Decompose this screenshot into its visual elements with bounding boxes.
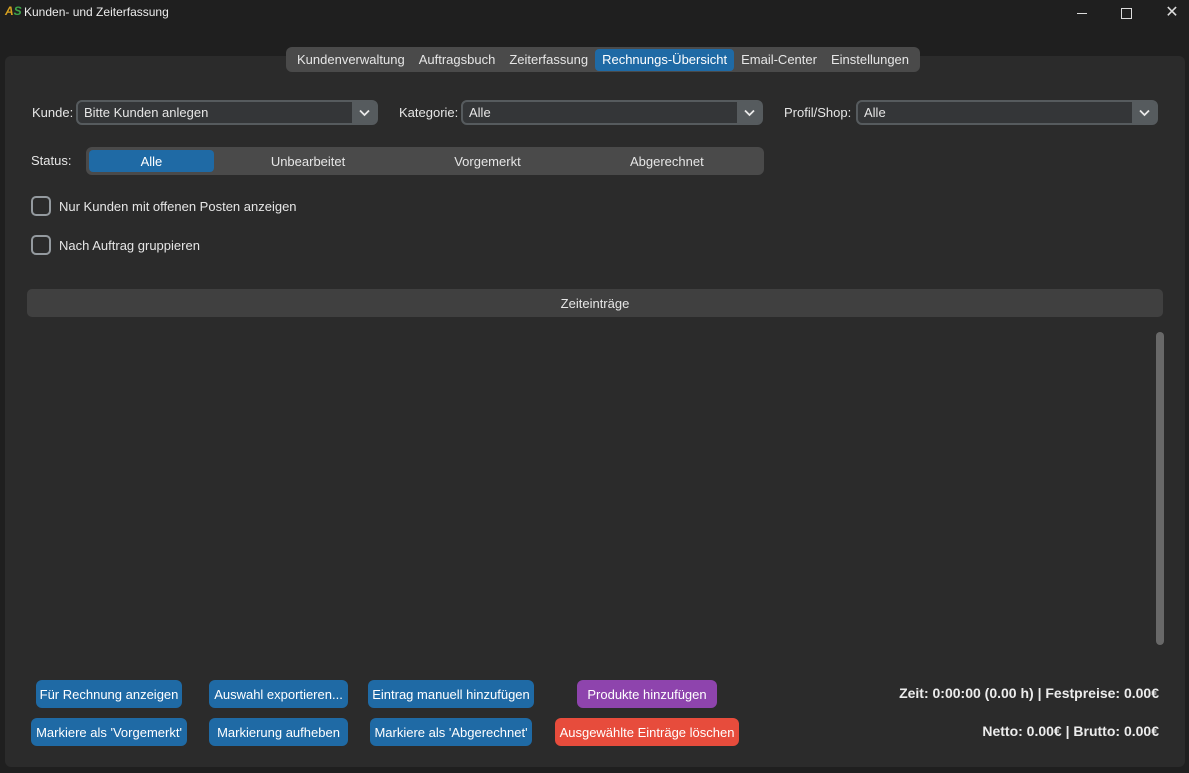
profil-shop-label: Profil/Shop: — [784, 105, 852, 120]
chevron-down-icon[interactable] — [737, 102, 761, 123]
minimize-button[interactable] — [1059, 0, 1105, 26]
offene-posten-label: Nur Kunden mit offenen Posten anzeigen — [59, 198, 297, 214]
kunde-value: Bitte Kunden anlegen — [84, 105, 209, 120]
tab-rechnungs-uebersicht[interactable]: Rechnungs-Übersicht — [595, 48, 735, 71]
markiere-abgerechnet-button[interactable]: Markiere als 'Abgerechnet' — [370, 718, 532, 746]
status-segmented-control: Alle Unbearbeitet Vorgemerkt Abgerechnet — [86, 147, 764, 175]
maximize-icon — [1120, 7, 1132, 19]
tab-kundenverwaltung[interactable]: Kundenverwaltung — [290, 49, 412, 71]
minimize-icon — [1077, 12, 1087, 14]
fuer-rechnung-anzeigen-button[interactable]: Für Rechnung anzeigen — [36, 680, 182, 708]
zeiteintraege-header: Zeiteinträge — [27, 289, 1163, 317]
zeit-festpreise-summary: Zeit: 0:00:00 (0.00 h) | Festpreise: 0.0… — [899, 685, 1159, 701]
close-button[interactable]: ✕ — [1149, 0, 1189, 26]
profil-shop-combobox[interactable]: Alle — [856, 100, 1158, 125]
zeiteintraege-list — [27, 325, 1153, 650]
status-option-unbearbeitet[interactable]: Unbearbeitet — [214, 150, 402, 172]
netto-brutto-summary: Netto: 0.00€ | Brutto: 0.00€ — [982, 723, 1159, 739]
kunde-label: Kunde: — [32, 105, 74, 120]
kategorie-combobox[interactable]: Alle — [461, 100, 763, 125]
chevron-down-icon[interactable] — [352, 102, 376, 123]
gruppieren-label: Nach Auftrag gruppieren — [59, 237, 200, 253]
tab-einstellungen[interactable]: Einstellungen — [824, 49, 916, 71]
tab-zeiterfassung[interactable]: Zeiterfassung — [502, 49, 595, 71]
chevron-down-icon[interactable] — [1132, 102, 1156, 123]
status-label: Status: — [31, 153, 72, 168]
markierung-aufheben-button[interactable]: Markierung aufheben — [209, 718, 348, 746]
gruppieren-checkbox-row[interactable]: Nach Auftrag gruppieren — [31, 235, 200, 255]
title-bar: AS Kunden- und Zeiterfassung ✕ — [0, 0, 1189, 26]
app-logo-icon: AS — [5, 4, 22, 18]
status-option-alle[interactable]: Alle — [89, 150, 214, 172]
produkte-hinzufuegen-button[interactable]: Produkte hinzufügen — [577, 680, 717, 708]
gruppieren-checkbox[interactable] — [31, 235, 51, 255]
maximize-button[interactable] — [1103, 0, 1149, 26]
kunde-combobox[interactable]: Bitte Kunden anlegen — [76, 100, 378, 125]
entries-scrollbar[interactable] — [1156, 332, 1164, 645]
tab-auftragsbuch[interactable]: Auftragsbuch — [412, 49, 503, 71]
status-option-vorgemerkt[interactable]: Vorgemerkt — [402, 150, 572, 172]
kategorie-value: Alle — [469, 105, 491, 120]
tab-bar: Kundenverwaltung Auftragsbuch Zeiterfass… — [286, 47, 921, 72]
eintrag-manuell-hinzufuegen-button[interactable]: Eintrag manuell hinzufügen — [368, 680, 534, 708]
close-icon: ✕ — [1165, 4, 1179, 21]
kategorie-label: Kategorie: — [399, 105, 459, 120]
auswahl-exportieren-button[interactable]: Auswahl exportieren... — [209, 680, 348, 708]
tab-email-center[interactable]: Email-Center — [734, 49, 824, 71]
profil-shop-value: Alle — [864, 105, 886, 120]
window-title: Kunden- und Zeiterfassung — [24, 5, 169, 19]
markiere-vorgemerkt-button[interactable]: Markiere als 'Vorgemerkt' — [31, 718, 187, 746]
offene-posten-checkbox[interactable] — [31, 196, 51, 216]
status-option-abgerechnet[interactable]: Abgerechnet — [573, 150, 761, 172]
offene-posten-checkbox-row[interactable]: Nur Kunden mit offenen Posten anzeigen — [31, 196, 297, 216]
eintraege-loeschen-button[interactable]: Ausgewählte Einträge löschen — [555, 718, 739, 746]
